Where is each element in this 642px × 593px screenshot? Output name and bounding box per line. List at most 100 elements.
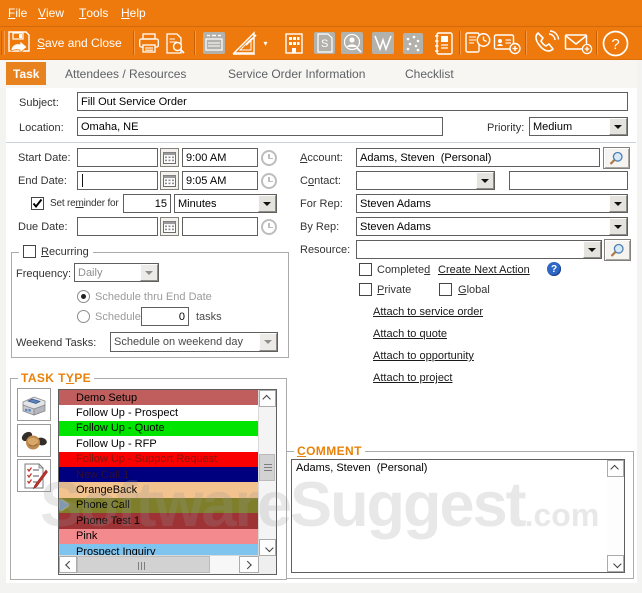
priority-select[interactable]: Medium: [529, 117, 628, 136]
reminder-unit-select[interactable]: Minutes: [174, 194, 277, 213]
calendar-icon: [163, 221, 176, 233]
contact-dropdown-arrow[interactable]: [476, 172, 494, 189]
set-reminder-checkbox[interactable]: [31, 197, 44, 210]
contact-select[interactable]: [356, 171, 495, 190]
task-type-item[interactable]: Follow Up - Quote: [59, 420, 259, 437]
global-checkbox[interactable]: [439, 283, 452, 296]
task-type-item[interactable]: Demo Setup: [59, 390, 259, 406]
checklist-pen-icon: [24, 462, 48, 489]
by-rep-select[interactable]: Steven Adams: [356, 217, 628, 236]
set-square-dropdown-arrow[interactable]: ▾: [263, 39, 267, 48]
phone-button[interactable]: [531, 29, 561, 57]
task-type-item[interactable]: Follow Up - Support Request: [59, 451, 259, 467]
end-date-calendar-button[interactable]: [160, 171, 179, 190]
comment-vertical-scrollbar[interactable]: [607, 460, 624, 572]
print-button[interactable]: [137, 29, 161, 57]
help-button[interactable]: ?: [601, 29, 629, 57]
task-type-item[interactable]: Pink: [59, 528, 259, 544]
schedule-thru-end-date-radio[interactable]: [77, 290, 90, 303]
quote-document-button-disabled: S: [311, 29, 337, 57]
scroll-up-button[interactable]: [259, 390, 276, 407]
completed-label: Completed: [377, 264, 431, 276]
task-type-item-selected[interactable]: Phone Call: [59, 497, 259, 514]
task-type-item[interactable]: New Call 1: [59, 466, 259, 483]
due-time-input[interactable]: [182, 217, 258, 236]
due-date-calendar-button[interactable]: [160, 217, 179, 236]
recurring-checkbox[interactable]: [23, 245, 36, 258]
private-checkbox[interactable]: [359, 283, 372, 296]
reminder-unit-dropdown-arrow[interactable]: [258, 195, 276, 212]
horizontal-scroll-thumb[interactable]: [77, 556, 210, 573]
task-type-item[interactable]: Follow Up - Prospect: [59, 405, 259, 421]
send-email-button[interactable]: [563, 29, 593, 57]
new-contact-card-button[interactable]: [492, 29, 522, 57]
menu-bar: File View Tools Help: [0, 0, 642, 27]
for-rep-dropdown-arrow[interactable]: [609, 195, 627, 212]
notebook-button[interactable]: [431, 29, 456, 57]
end-time-input[interactable]: 9:05 AM: [182, 171, 258, 190]
journal-clock-button[interactable]: [464, 29, 491, 57]
company-button[interactable]: [281, 29, 307, 57]
scroll-right-button[interactable]: [239, 556, 259, 573]
attach-to-opportunity-link[interactable]: Attach to opportunity: [373, 350, 474, 362]
set-square-icon: [232, 31, 258, 55]
vertical-scroll-thumb[interactable]: [259, 454, 275, 481]
for-rep-select[interactable]: Steven Adams: [356, 194, 628, 213]
tab-task[interactable]: Task: [6, 62, 47, 85]
scroll-left-button[interactable]: [59, 556, 77, 573]
task-type-item[interactable]: Phone Test 1: [59, 513, 259, 529]
schedule-n-tasks-input[interactable]: 0: [141, 307, 189, 326]
start-date-calendar-button[interactable]: [160, 148, 179, 167]
scroll-up-button[interactable]: [607, 460, 624, 477]
account-lookup-button[interactable]: [603, 147, 630, 169]
start-date-input[interactable]: [77, 148, 158, 167]
task-type-vertical-scrollbar[interactable]: [258, 390, 276, 556]
scroll-down-button[interactable]: [607, 555, 624, 572]
end-date-input[interactable]: [77, 171, 158, 190]
set-square-button[interactable]: ▾: [230, 29, 270, 57]
tab-service-order-information[interactable]: Service Order Information: [228, 62, 365, 85]
chevron-down-icon: [264, 543, 274, 552]
contact-search-icon: [340, 32, 363, 54]
due-date-input[interactable]: [77, 217, 158, 236]
handshake-button[interactable]: [17, 424, 51, 457]
checklist-button[interactable]: [17, 459, 51, 492]
menu-tools[interactable]: Tools: [79, 0, 108, 26]
attach-to-service-order-link[interactable]: Attach to service order: [373, 306, 483, 318]
tab-checklist[interactable]: Checklist: [405, 62, 454, 85]
resource-select[interactable]: [356, 240, 602, 259]
toolbar-grip[interactable]: [1, 31, 5, 55]
account-input[interactable]: Adams, Steven (Personal): [356, 148, 600, 167]
print-preview-button[interactable]: [162, 29, 188, 57]
subject-input[interactable]: Fill Out Service Order: [77, 92, 628, 111]
save-and-close-button[interactable]: Save and Close: [7, 28, 122, 58]
menu-view[interactable]: View: [38, 0, 64, 26]
checkmark-icon: [32, 198, 43, 209]
create-next-action-link[interactable]: Create Next Action: [438, 264, 530, 276]
contact-label: Contact:: [300, 175, 341, 187]
by-rep-dropdown-arrow[interactable]: [609, 218, 627, 235]
comment-textarea[interactable]: Adams, Steven (Personal): [291, 459, 625, 573]
current-row-pointer-icon: [60, 499, 69, 512]
start-time-input[interactable]: 9:00 AM: [182, 148, 258, 167]
tab-attendees-resources[interactable]: Attendees / Resources: [65, 62, 186, 85]
schedule-n-tasks-radio[interactable]: [77, 310, 90, 323]
menu-help[interactable]: Help: [121, 0, 146, 26]
contact-input[interactable]: [509, 171, 628, 190]
menu-file[interactable]: File: [8, 0, 27, 26]
priority-dropdown-arrow[interactable]: [609, 118, 627, 135]
task-type-horizontal-scrollbar[interactable]: [59, 555, 259, 574]
reminder-value-input[interactable]: 15: [123, 194, 171, 213]
attach-to-quote-link[interactable]: Attach to quote: [373, 328, 447, 340]
attach-to-project-link[interactable]: Attach to project: [373, 372, 453, 384]
reminder-help-icon[interactable]: ?: [547, 262, 561, 276]
resource-lookup-button[interactable]: [604, 239, 631, 261]
task-type-item[interactable]: OrangeBack: [59, 482, 259, 498]
location-input[interactable]: Omaha, NE: [77, 117, 443, 136]
scroll-down-button[interactable]: [259, 539, 276, 556]
notebook-icon: [435, 31, 453, 55]
resource-dropdown-arrow[interactable]: [583, 241, 601, 258]
fax-machine-button[interactable]: [17, 388, 51, 421]
task-type-item[interactable]: Follow Up - RFP: [59, 436, 259, 452]
completed-checkbox[interactable]: [359, 263, 372, 276]
